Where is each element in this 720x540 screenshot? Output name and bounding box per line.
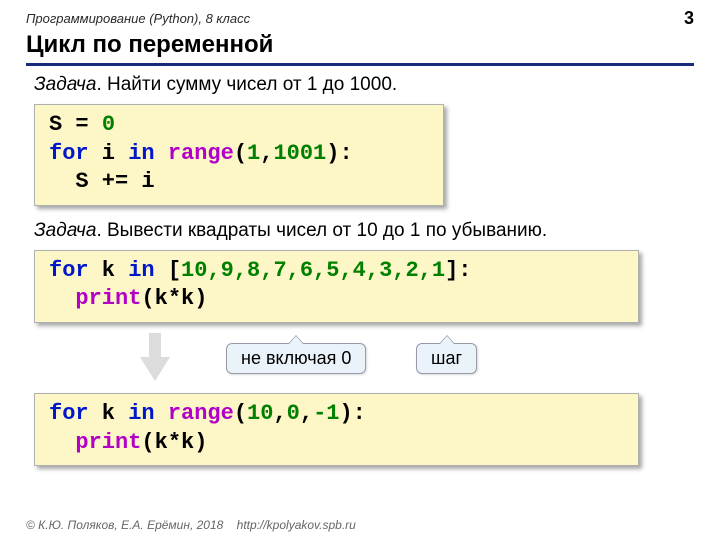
- code2-l1d: [: [155, 258, 181, 283]
- code3-l1e: range: [168, 401, 234, 426]
- slide: Программирование (Python), 8 класс 3 Цик…: [0, 0, 720, 540]
- code1-l2b: i: [89, 141, 129, 166]
- code3-l1i: 0: [287, 401, 300, 426]
- down-arrow-icon: [140, 333, 170, 381]
- code3-l1d: [155, 401, 168, 426]
- code2-l2b: print: [75, 286, 141, 311]
- code3-l1h: ,: [273, 401, 286, 426]
- code1-l2c: in: [128, 141, 154, 166]
- code1-l2h: ,: [260, 141, 273, 166]
- task-2-label: Задача: [34, 220, 96, 241]
- task-1: Задача. Найти сумму чисел от 1 до 1000.: [34, 74, 694, 96]
- code1-l2f: (: [234, 141, 247, 166]
- code-block-3: for k in range(10,0,-1): print(k*k): [34, 393, 639, 466]
- page-title: Цикл по переменной: [26, 31, 694, 66]
- course-label: Программирование (Python), 8 класс: [26, 11, 250, 26]
- code3-l1c: in: [128, 401, 154, 426]
- code2-l1c: in: [128, 258, 154, 283]
- footer: © К.Ю. Поляков, Е.А. Ерёмин, 2018 http:/…: [26, 518, 356, 532]
- code1-l2j: ):: [326, 141, 352, 166]
- code3-l1a: for: [49, 401, 89, 426]
- code3-l1f: (: [234, 401, 247, 426]
- code1-l2e: range: [168, 141, 234, 166]
- code1-l1a: S =: [49, 112, 102, 137]
- code1-l2g: 1: [247, 141, 260, 166]
- code-block-2: for k in [10,9,8,7,6,5,4,3,2,1]: print(k…: [34, 250, 639, 323]
- code1-l2d: [155, 141, 168, 166]
- arrow-row: не включая 0 шаг: [26, 337, 694, 383]
- task-1-label: Задача: [34, 74, 96, 95]
- slide-header: Программирование (Python), 8 класс 3: [26, 8, 694, 29]
- code3-l2c: (k*k): [141, 430, 207, 455]
- code3-l1l: ):: [339, 401, 365, 426]
- code1-l2a: for: [49, 141, 89, 166]
- code2-nums: 10,9,8,7,6,5,4,3,2,1: [181, 258, 445, 283]
- annotation-step: шаг: [416, 343, 477, 374]
- code1-l1b: 0: [102, 112, 115, 137]
- code-block-1: S = 0 for i in range(1,1001): S += i: [34, 104, 444, 206]
- code3-l1j: ,: [300, 401, 313, 426]
- code3-l1g: 10: [247, 401, 273, 426]
- code2-l2a: [49, 286, 75, 311]
- code2-l2c: (k*k): [141, 286, 207, 311]
- code3-l2b: print: [75, 430, 141, 455]
- task-2-text: . Вывести квадраты чисел от 10 до 1 по у…: [96, 220, 547, 241]
- code1-l2i: 1001: [273, 141, 326, 166]
- code1-l3: S += i: [49, 169, 155, 194]
- task-2: Задача. Вывести квадраты чисел от 10 до …: [34, 220, 694, 242]
- annotation-not-including-zero: не включая 0: [226, 343, 366, 374]
- footer-copyright: © К.Ю. Поляков, Е.А. Ерёмин, 2018: [26, 518, 223, 532]
- code2-l1e: ]:: [445, 258, 471, 283]
- code2-l1b: k: [89, 258, 129, 283]
- code3-l2a: [49, 430, 75, 455]
- footer-link[interactable]: http://kpolyakov.spb.ru: [237, 518, 356, 532]
- code3-l1b: k: [89, 401, 129, 426]
- page-number: 3: [684, 8, 694, 29]
- task-1-text: . Найти сумму чисел от 1 до 1000.: [96, 74, 397, 95]
- code3-l1k: -1: [313, 401, 339, 426]
- code2-l1a: for: [49, 258, 89, 283]
